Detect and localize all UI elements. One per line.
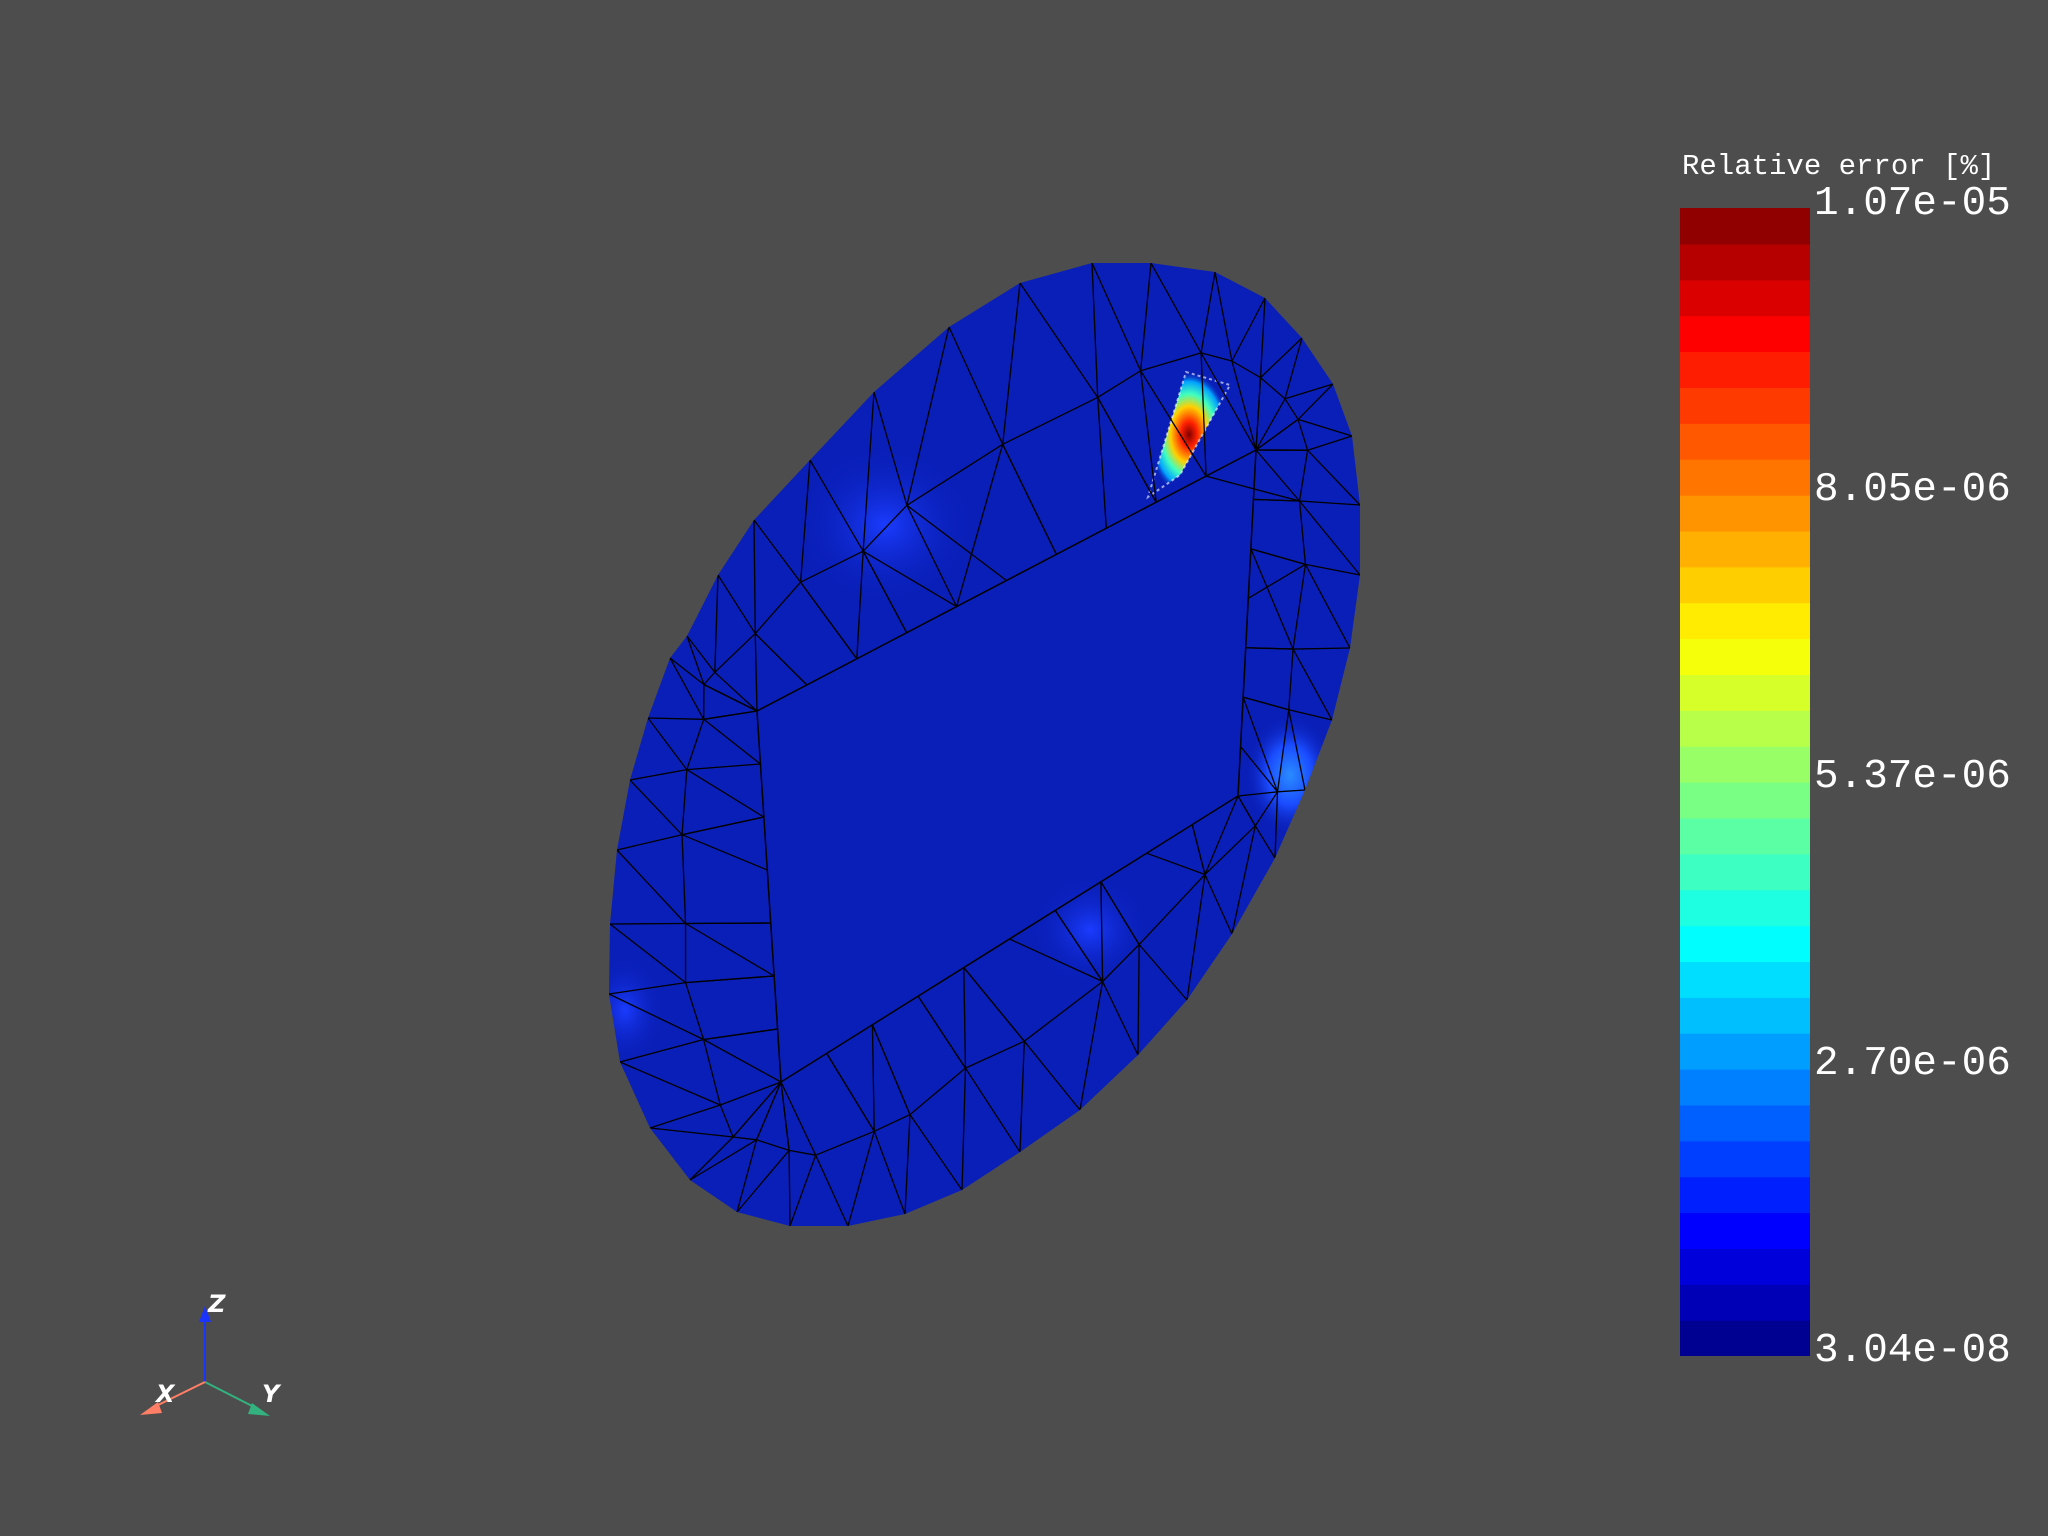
colorbar-band	[1680, 1284, 1810, 1321]
colorbar-band	[1680, 1212, 1810, 1249]
colorbar-band	[1680, 495, 1810, 532]
colorbar-band	[1680, 279, 1810, 317]
field-glow	[1030, 875, 1150, 985]
field-glow	[609, 955, 665, 1065]
colorbar-band	[1680, 351, 1810, 388]
mesh-edge	[685, 922, 771, 925]
x-axis-label: X	[154, 1380, 176, 1408]
colorbar-band	[1680, 243, 1810, 281]
orientation-axes-widget: Z Y X	[140, 1290, 282, 1416]
scalar-bar-label: 8.05e-06	[1814, 467, 2011, 513]
mesh-edge	[788, 1150, 791, 1226]
colorbar-band	[1680, 1248, 1810, 1285]
ring-mesh	[609, 263, 1360, 1226]
scalar-bar-label: 5.37e-06	[1814, 754, 2011, 800]
scalar-bar-label: 2.70e-06	[1814, 1041, 2011, 1087]
colorbar-band	[1680, 1140, 1810, 1178]
colorbar-band	[1680, 1069, 1810, 1106]
scalar-bar-label-max: 1.07e-05	[1814, 181, 2011, 227]
field-glow	[1245, 715, 1335, 835]
scalar-bar-label-min: 3.04e-08	[1814, 1328, 2011, 1374]
colorbar-band	[1680, 782, 1810, 819]
colorbar-band	[1680, 566, 1810, 604]
colorbar-band	[1680, 674, 1810, 711]
scalar-bar-title: Relative error [%]	[1682, 150, 1996, 183]
colorbar-band	[1680, 315, 1810, 353]
y-axis-label: Y	[262, 1380, 282, 1408]
colorbar-band	[1680, 853, 1810, 891]
colorbar-band	[1680, 889, 1810, 927]
scalar-bar-colorbar	[1680, 208, 1810, 1356]
mesh-edge	[609, 922, 686, 925]
colorbar-band	[1680, 387, 1810, 424]
render-viewport[interactable]: Z Y X Relative error [%] 1.07e-05 8.05e-…	[0, 0, 2048, 1536]
colorbar-band	[1680, 1176, 1810, 1214]
colorbar-band	[1680, 997, 1810, 1034]
colorbar-band	[1680, 530, 1810, 568]
field-glow	[795, 445, 975, 605]
colorbar-band	[1680, 925, 1810, 962]
colorbar-band	[1680, 746, 1810, 783]
colorbar-band	[1680, 1320, 1810, 1356]
colorbar-band	[1680, 602, 1810, 640]
colorbar-band	[1680, 1104, 1810, 1142]
colorbar-band	[1680, 423, 1810, 460]
colorbar-band	[1680, 961, 1810, 998]
colorbar-band	[1680, 459, 1810, 496]
colorbar-band	[1680, 1033, 1810, 1070]
colorbar-band	[1680, 710, 1810, 747]
y-axis-line	[204, 1381, 259, 1410]
colorbar-band	[1680, 208, 1810, 245]
z-axis-label: Z	[207, 1290, 226, 1318]
colorbar-band	[1680, 638, 1810, 675]
colorbar-band	[1680, 817, 1810, 855]
